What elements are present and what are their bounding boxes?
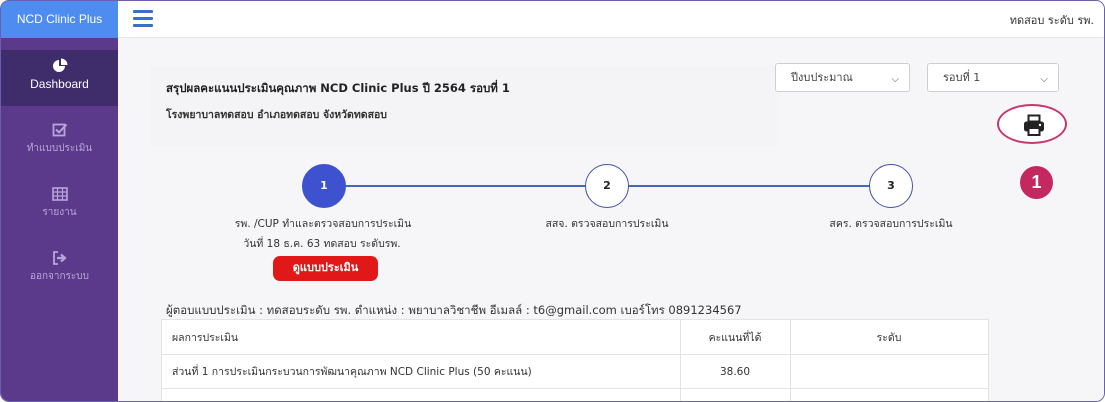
annotation-badge: 1	[1020, 166, 1053, 199]
chevron-down-icon: ⌵	[1040, 74, 1048, 85]
sidebar: NCD Clinic Plus Dashboard ทำแบบประเมิน ร…	[1, 1, 118, 401]
table-header-row: ผลการประเมิน คะแนนที่ได้ ระดับ	[162, 320, 988, 355]
brand-title[interactable]: NCD Clinic Plus	[1, 1, 118, 38]
table-header-cell: ระดับ	[876, 331, 902, 344]
checkbox-edit-icon	[52, 123, 67, 137]
table-header-cell: ผลการประเมิน	[172, 331, 239, 344]
view-assessment-button[interactable]: ดูแบบประเมิน	[273, 256, 378, 281]
user-name[interactable]: ทดสอบ ระดับ รพ.	[1010, 11, 1094, 29]
step-3-caption: สคร. ตรวจสอบการประเมิน	[829, 218, 953, 230]
table-cell-score: 38.60	[719, 365, 751, 378]
app-window: NCD Clinic Plus Dashboard ทำแบบประเมิน ร…	[0, 0, 1105, 402]
table-icon	[51, 187, 68, 201]
menu-icon[interactable]	[133, 10, 153, 27]
table-header-cell: คะแนนที่ได้	[708, 331, 762, 344]
results-table: ผลการประเมิน คะแนนที่ได้ ระดับ ส่วนที่ 1…	[161, 319, 989, 401]
table-divider	[680, 320, 681, 401]
sign-out-icon	[52, 251, 67, 265]
step-2[interactable]: 2	[585, 164, 629, 208]
sidebar-item-logout[interactable]: ออกจากระบบ	[1, 242, 118, 298]
step-1-date: วันที่ 18 ธ.ค. 63 ทดสอบ ระดับรพ.	[243, 238, 401, 250]
step-1-caption: รพ. /CUP ทำและตรวจสอบการประเมิน	[234, 218, 412, 230]
print-button[interactable]	[997, 104, 1067, 144]
respondent-info: ผู้ตอบแบบประเมิน : ทดสอบระดับ รพ. ตำแหน่…	[166, 303, 742, 317]
year-select[interactable]: ปีงบประมาณ ⌵	[775, 63, 910, 92]
sidebar-item-label: รายงาน	[42, 207, 77, 218]
chevron-down-icon: ⌵	[891, 74, 899, 85]
pie-chart-icon	[52, 58, 67, 72]
table-row: ส่วนที่ 1 การประเมินกระบวนการพัฒนาคุณภาพ…	[162, 355, 988, 389]
sidebar-item-dashboard[interactable]: Dashboard	[1, 50, 118, 106]
top-bar: ทดสอบ ระดับ รพ.	[118, 1, 1104, 38]
step-3[interactable]: 3	[869, 164, 913, 208]
sidebar-item-report[interactable]: รายงาน	[1, 178, 118, 234]
printer-icon	[1024, 114, 1044, 136]
hospital-subtitle: โรงพยาบาลทดสอบ อำเภอทดสอบ จังหวัดทดสอบ	[166, 109, 387, 121]
year-select-value: ปีงบประมาณ	[791, 71, 853, 84]
sidebar-item-label: ทำแบบประเมิน	[26, 143, 93, 154]
table-row	[162, 389, 988, 401]
step-1[interactable]: 1	[302, 164, 346, 208]
table-cell-item: ส่วนที่ 1 การประเมินกระบวนการพัฒนาคุณภาพ…	[172, 366, 532, 378]
table-divider	[790, 320, 791, 401]
sidebar-item-label: Dashboard	[30, 77, 89, 91]
sidebar-item-label: ออกจากระบบ	[29, 271, 90, 282]
step-2-caption: สสจ. ตรวจสอบการประเมิน	[545, 218, 669, 230]
round-select[interactable]: รอบที่ 1 ⌵	[927, 63, 1059, 92]
page-title: สรุปผลคะแนนประเมินคุณภาพ NCD Clinic Plus…	[166, 81, 510, 95]
round-select-value: รอบที่ 1	[943, 71, 981, 84]
sidebar-item-assessment[interactable]: ทำแบบประเมิน	[1, 114, 118, 170]
table-cell-level	[790, 355, 988, 388]
